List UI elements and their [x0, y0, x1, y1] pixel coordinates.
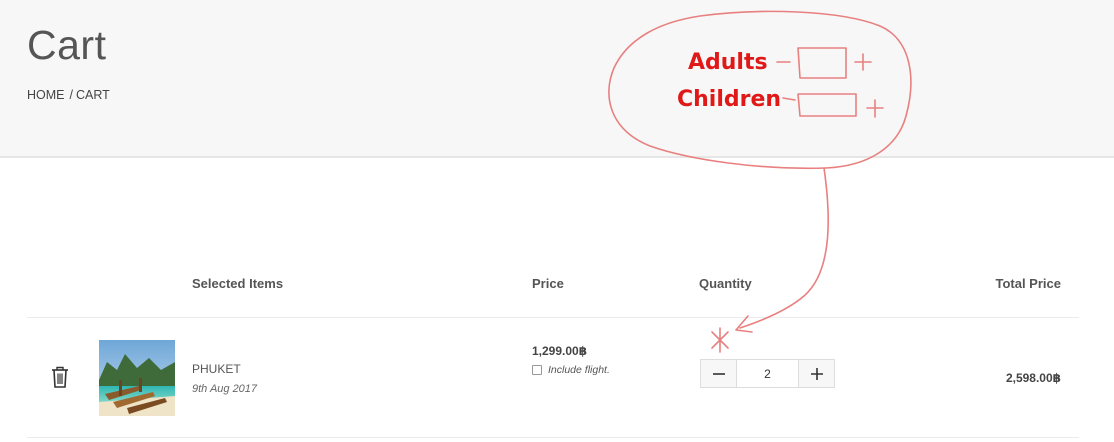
page-header: Cart HOME / CART [0, 0, 1114, 158]
trash-icon[interactable] [48, 364, 72, 390]
annotation-arrow-head [735, 315, 753, 333]
column-header-price: Price [532, 276, 564, 291]
annotation-arrow-line [739, 167, 829, 329]
table-divider [27, 437, 1079, 438]
annotation-children-label: Children [677, 87, 782, 112]
item-date: 9th Aug 2017 [192, 383, 258, 395]
quantity-stepper[interactable]: 2 [700, 359, 835, 388]
item-name[interactable]: PHUKET [192, 362, 241, 376]
column-header-total: Total Price [995, 276, 1061, 291]
plus-icon[interactable] [798, 360, 834, 387]
breadcrumb-current: CART [75, 88, 110, 102]
page-title: Cart [27, 22, 107, 68]
include-flight-label: Include flight. [548, 364, 610, 376]
column-header-items: Selected Items [192, 276, 284, 291]
column-header-quantity: Quantity [699, 276, 752, 291]
item-price: 1,299.00฿ [532, 344, 588, 358]
breadcrumb: HOME / CART [27, 88, 110, 102]
annotation-adults-label: Adults [688, 50, 768, 75]
breadcrumb-separator: / [69, 88, 73, 102]
product-thumbnail[interactable] [99, 340, 175, 416]
item-total-price: 2,598.00฿ [1005, 371, 1061, 385]
table-divider [27, 317, 1079, 318]
include-flight-checkbox[interactable] [532, 365, 542, 375]
breadcrumb-home-link[interactable]: HOME [27, 88, 65, 102]
include-flight-option[interactable]: Include flight. [532, 364, 610, 376]
quantity-input[interactable]: 2 [737, 360, 798, 387]
minus-icon[interactable] [701, 360, 737, 387]
annotation-asterisk [711, 327, 729, 353]
